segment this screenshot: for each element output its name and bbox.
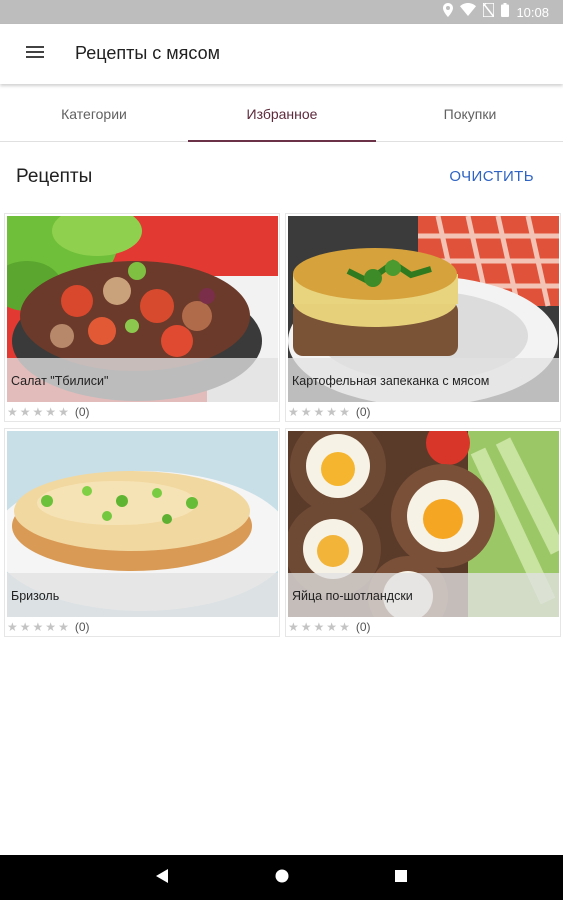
- recipe-title: Картофельная запеканка с мясом: [292, 374, 490, 388]
- back-button[interactable]: [150, 866, 174, 890]
- recipe-title: Яйца по-шотландски: [292, 589, 413, 603]
- recipe-photo-scotch-eggs: Яйца по-шотландски: [288, 431, 559, 617]
- star-icon: ★: [313, 620, 325, 634]
- app-title: Рецепты с мясом: [75, 43, 220, 63]
- tab-categories[interactable]: Категории: [0, 86, 188, 141]
- rating-row: ★ ★ ★ ★ ★ (0): [288, 619, 371, 635]
- star-icon: ★: [45, 620, 57, 634]
- star-icon: ★: [288, 620, 299, 634]
- star-icon: ★: [58, 620, 69, 634]
- tab-indicator: [188, 140, 376, 142]
- star-icon: ★: [288, 405, 299, 419]
- star-icon: ★: [326, 405, 338, 419]
- star-icon: ★: [32, 405, 44, 419]
- recents-button[interactable]: [389, 866, 413, 890]
- location-icon: [443, 2, 454, 22]
- status-bar: 10:08: [0, 0, 563, 24]
- recipe-card[interactable]: Картофельная запеканка с мясом ★ ★ ★ ★ ★…: [285, 213, 561, 422]
- tab-bar: Категории Избранное Покупки: [0, 86, 563, 142]
- star-icon: ★: [339, 405, 350, 419]
- star-icon: ★: [19, 405, 31, 419]
- tab-shopping[interactable]: Покупки: [376, 86, 563, 141]
- recipe-photo-brizol: Бризоль: [7, 431, 278, 617]
- rating-row: ★ ★ ★ ★ ★ (0): [288, 404, 371, 420]
- rating-count: (0): [74, 405, 90, 419]
- status-time: 10:08: [516, 4, 549, 20]
- star-icon: ★: [19, 620, 31, 634]
- rating-count: (0): [74, 620, 90, 634]
- no-sim-icon: [482, 1, 496, 22]
- recipe-card[interactable]: Салат "Тбилиси" ★ ★ ★ ★ ★ (0): [4, 213, 280, 422]
- recipe-card[interactable]: Яйца по-шотландски ★ ★ ★ ★ ★ (0): [285, 428, 561, 637]
- rating-row: ★ ★ ★ ★ ★ (0): [7, 404, 90, 420]
- battery-icon: [501, 2, 510, 22]
- clear-button[interactable]: ОЧИСТИТЬ: [449, 168, 534, 185]
- back-icon: [156, 868, 168, 888]
- app-bar: Рецепты с мясом: [0, 24, 563, 84]
- star-icon: ★: [326, 620, 338, 634]
- star-icon: ★: [32, 620, 44, 634]
- recipe-photo-casserole: Картофельная запеканка с мясом: [288, 216, 559, 402]
- recents-icon: [395, 869, 407, 887]
- home-icon: [275, 869, 289, 888]
- star-icon: ★: [7, 620, 18, 634]
- star-icon: ★: [300, 405, 312, 419]
- section-title: Рецепты: [16, 166, 93, 187]
- recipe-card[interactable]: Бризоль ★ ★ ★ ★ ★ (0): [4, 428, 280, 637]
- star-icon: ★: [339, 620, 350, 634]
- system-nav-bar: [0, 855, 563, 900]
- hamburger-menu-icon: [26, 45, 44, 63]
- star-icon: ★: [7, 405, 18, 419]
- star-icon: ★: [313, 405, 325, 419]
- star-icon: ★: [45, 405, 57, 419]
- status-icons: 10:08: [443, 1, 549, 22]
- menu-button[interactable]: [19, 38, 51, 70]
- wifi-icon: [460, 3, 477, 21]
- home-button[interactable]: [270, 866, 294, 890]
- rating-count: (0): [355, 405, 371, 419]
- recipe-photo-salad: Салат "Тбилиси": [7, 216, 278, 402]
- rating-count: (0): [355, 620, 371, 634]
- recipe-title: Бризоль: [11, 589, 60, 603]
- tab-favorites[interactable]: Избранное: [188, 86, 376, 141]
- star-icon: ★: [58, 405, 69, 419]
- rating-row: ★ ★ ★ ★ ★ (0): [7, 619, 90, 635]
- star-icon: ★: [300, 620, 312, 634]
- recipe-title: Салат "Тбилиси": [11, 374, 109, 388]
